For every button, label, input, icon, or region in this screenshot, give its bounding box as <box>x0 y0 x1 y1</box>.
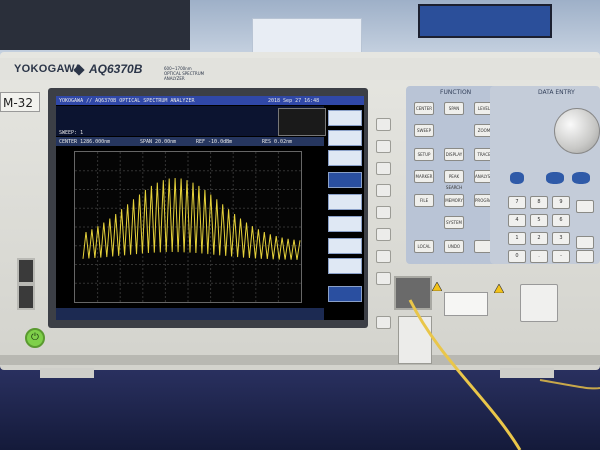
fiber-cable <box>408 299 600 450</box>
